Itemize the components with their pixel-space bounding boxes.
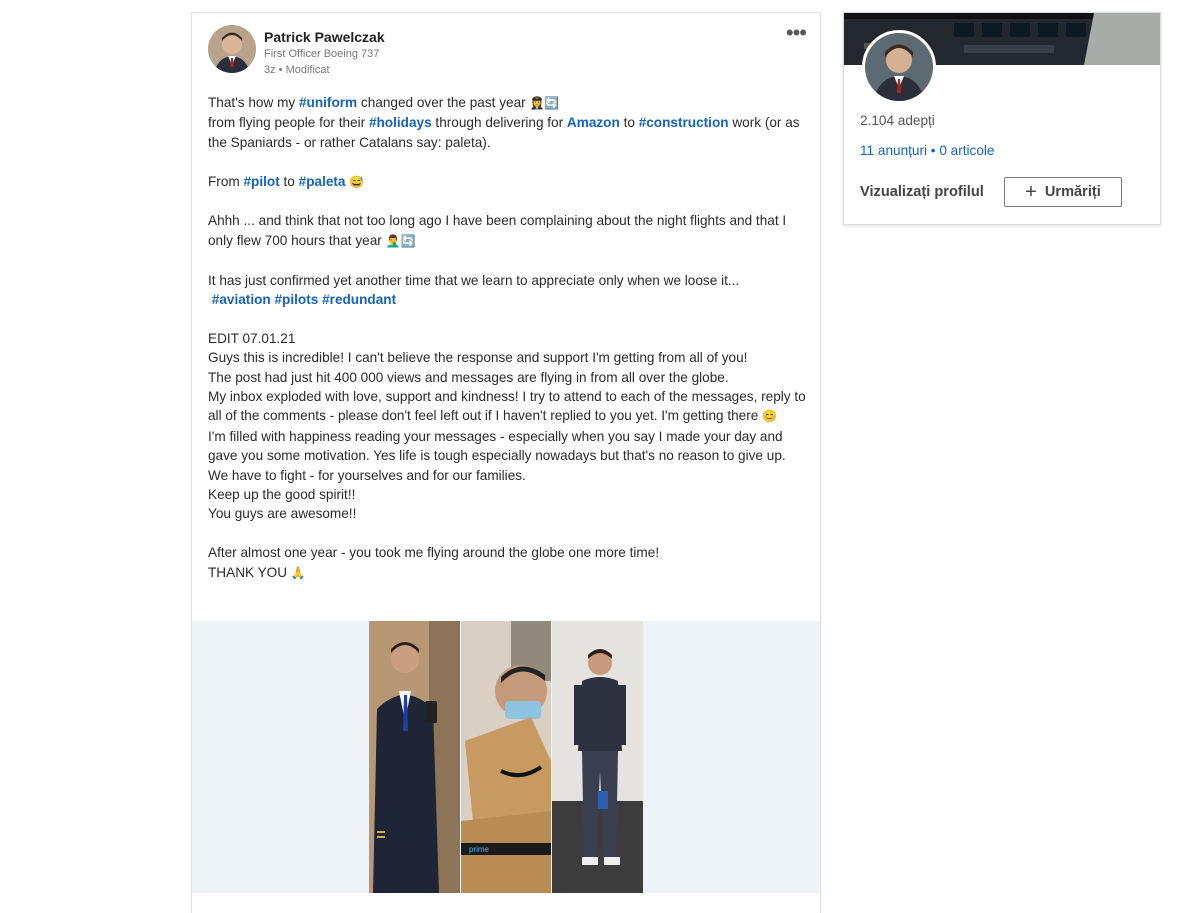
avatar-photo bbox=[208, 25, 256, 73]
followers-count: 2.104 adepți bbox=[860, 113, 935, 128]
text-segment: to bbox=[279, 173, 299, 189]
praying-hands-emoji: 🙏 bbox=[290, 565, 306, 580]
hashtag-pilots[interactable]: #pilots bbox=[275, 292, 319, 307]
facepalm-emoji: 🤦‍♂️🔄 bbox=[385, 233, 416, 248]
post-line: from flying people for their #holidays t… bbox=[208, 113, 808, 152]
text-segment: My inbox exploded with love, support and… bbox=[208, 389, 806, 424]
post-line: After almost one year - you took me flyi… bbox=[208, 545, 660, 561]
hashtag-pilot[interactable]: #pilot bbox=[244, 174, 280, 189]
text-segment: from flying people for their bbox=[208, 115, 369, 131]
hashtag-paleta[interactable]: #paleta bbox=[299, 174, 346, 189]
post-line: My inbox exploded with love, support and… bbox=[208, 387, 808, 427]
profile-card: 2.104 adepți 11 anunțuri • 0 articole Vi… bbox=[843, 12, 1161, 225]
hashtag-aviation[interactable]: #aviation bbox=[212, 292, 271, 307]
post-line: Ahhh ... and think that not too long ago… bbox=[208, 211, 808, 251]
post-line: That's how my #uniform changed over the … bbox=[208, 93, 808, 113]
author-subtitle: First Officer Boeing 737 bbox=[264, 48, 380, 60]
svg-text:prime: prime bbox=[469, 845, 490, 854]
edit-heading: EDIT 07.01.21 bbox=[208, 330, 296, 346]
hashtag-redundant[interactable]: #redundant bbox=[322, 292, 396, 307]
follow-button[interactable]: + Urmăriți bbox=[1004, 177, 1122, 207]
profile-avatar[interactable] bbox=[862, 30, 936, 104]
hashtag-construction[interactable]: #construction bbox=[639, 115, 729, 130]
author-avatar[interactable] bbox=[208, 25, 256, 73]
post-line: You guys are awesome!! bbox=[208, 506, 357, 522]
view-profile-link[interactable]: Vizualizați profilul bbox=[860, 184, 984, 200]
mention-amazon[interactable]: Amazon bbox=[567, 115, 620, 130]
hashtag-uniform[interactable]: #uniform bbox=[299, 95, 357, 110]
hashtag-line: #aviation #pilots #redundant bbox=[208, 290, 808, 309]
post-card: Patrick Pawelczak First Officer Boeing 7… bbox=[191, 12, 821, 913]
photo-construction-worker bbox=[552, 621, 643, 893]
photo-amazon-delivery: prime bbox=[461, 621, 551, 893]
post-image[interactable]: prime bbox=[192, 621, 820, 893]
text-segment: From bbox=[208, 173, 244, 189]
post-line: THANK YOU 🙏 bbox=[208, 563, 808, 583]
post-line: Keep up the good spirit!! bbox=[208, 487, 356, 503]
text-segment: through delivering for bbox=[431, 115, 567, 131]
photo-pilot-uniform bbox=[369, 621, 460, 893]
text-segment: to bbox=[619, 115, 639, 131]
author-name[interactable]: Patrick Pawelczak bbox=[264, 29, 385, 45]
post-text: That's how my #uniform changed over the … bbox=[208, 93, 808, 583]
text-segment: That's how my bbox=[208, 95, 299, 110]
more-options-button[interactable]: ••• bbox=[786, 22, 807, 44]
post-line: I'm filled with happiness reading your m… bbox=[208, 428, 786, 483]
hashtag-holidays[interactable]: #holidays bbox=[369, 115, 432, 130]
grinning-sweat-emoji: 😅 bbox=[349, 174, 365, 189]
pilot-emoji: 👩‍✈️🔄 bbox=[529, 96, 560, 110]
post-line: From #pilot to #paleta 😅 bbox=[208, 172, 808, 192]
post-timestamp: 3z • Modificat bbox=[264, 64, 330, 76]
text-segment: It has just confirmed yet another time t… bbox=[208, 272, 740, 288]
smile-emoji: 😊 bbox=[762, 409, 778, 424]
post-line: The post had just hit 400 000 views and … bbox=[208, 369, 729, 385]
post-line: It has just confirmed yet another time t… bbox=[208, 271, 808, 290]
plus-icon: + bbox=[1025, 181, 1037, 203]
text-segment: Ahhh ... and think that not too long ago… bbox=[208, 213, 787, 248]
text-segment: THANK YOU bbox=[208, 564, 291, 580]
text-segment: changed over the past year bbox=[357, 95, 530, 110]
post-line: Guys this is incredible! I can't believe… bbox=[208, 350, 748, 366]
follow-label: Urmăriți bbox=[1044, 184, 1101, 200]
posts-articles-link[interactable]: 11 anunțuri • 0 articole bbox=[860, 143, 994, 158]
